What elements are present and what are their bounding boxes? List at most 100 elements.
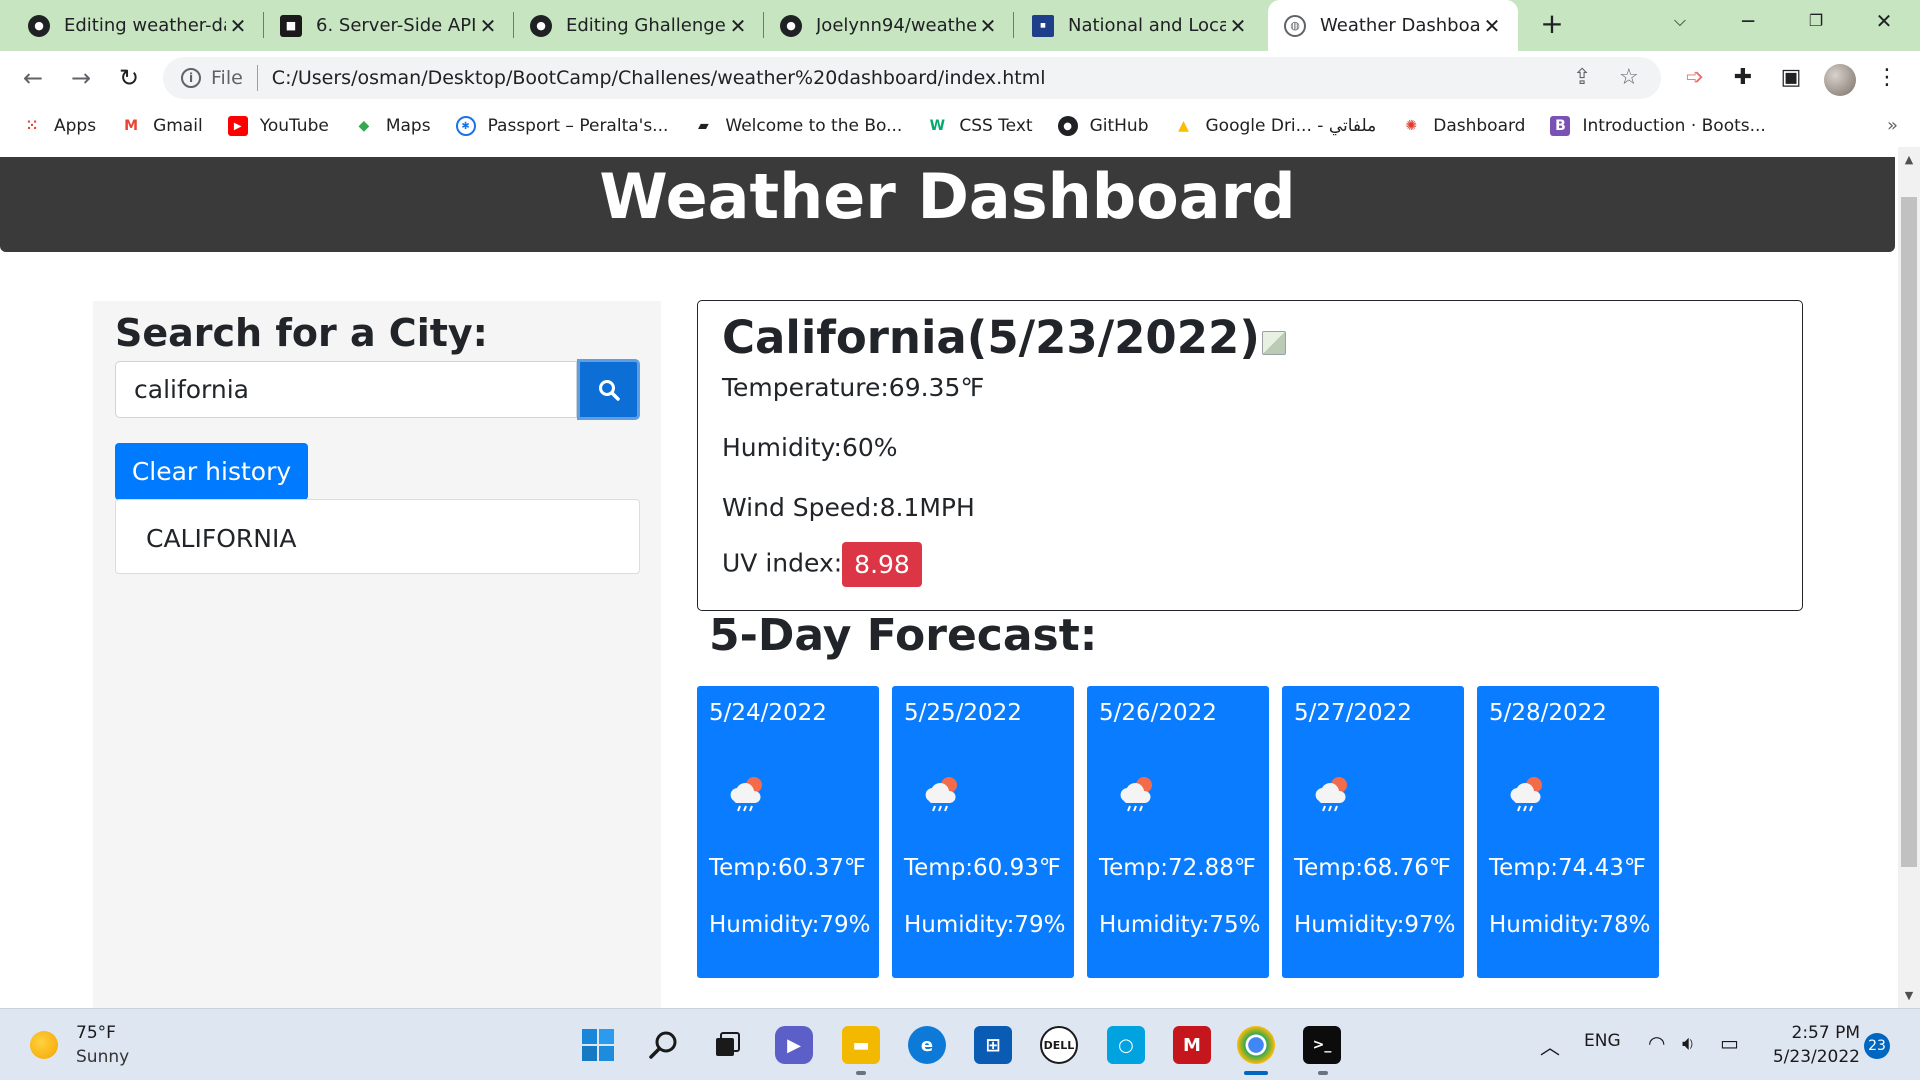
menu-dots-icon[interactable]: ⋮ xyxy=(1872,63,1902,93)
bookmark-github[interactable]: ● GitHub xyxy=(1057,116,1149,136)
close-icon[interactable]: ✕ xyxy=(476,14,500,38)
google-drive-icon: ▲ xyxy=(1178,118,1189,134)
forecast-humidity: Humidity:79% xyxy=(709,912,871,938)
start-windows-icon[interactable] xyxy=(579,1026,617,1064)
battery-icon[interactable]: ▭ xyxy=(1720,1031,1739,1055)
forecast-humidity: Humidity:97% xyxy=(1294,912,1456,938)
bookmark-css-text[interactable]: W CSS Text xyxy=(927,116,1033,136)
teams-chat-icon[interactable]: ▶ xyxy=(775,1026,813,1064)
tab-search-chevron-icon[interactable]: ⌵ xyxy=(1652,0,1708,44)
bookmark-maps[interactable]: ◆ Maps xyxy=(354,116,430,136)
mcafee-shield-icon[interactable]: M xyxy=(1173,1026,1211,1064)
passport-icon: ✱ xyxy=(455,116,476,136)
system-clock[interactable]: 2:57 PM 5/23/2022 xyxy=(1760,1021,1860,1069)
close-icon[interactable]: ✕ xyxy=(976,14,1000,38)
microsoft-store-icon[interactable]: ⊞ xyxy=(974,1026,1012,1064)
wifi-icon[interactable]: ◠ xyxy=(1648,1031,1665,1055)
tab-national-and-local[interactable]: ■ National and Local ✕ xyxy=(1014,0,1264,51)
rain-cloud-sun-icon xyxy=(1120,777,1152,812)
minimize-icon[interactable]: ─ xyxy=(1720,0,1776,44)
rain-cloud-sun-icon xyxy=(1315,777,1347,812)
file-explorer-icon[interactable]: ▬ xyxy=(842,1026,880,1064)
forward-arrow-icon[interactable]: → xyxy=(64,61,98,95)
tab-server-side-apis[interactable]: ■ 6. Server-Side APIs ✕ xyxy=(264,0,514,51)
task-view-icon[interactable] xyxy=(709,1026,747,1064)
bookmark-youtube[interactable]: ▶ YouTube xyxy=(227,116,329,136)
tab-editing-weather-dashboard[interactable]: ● Editing weather-da ✕ xyxy=(0,0,264,51)
w3schools-icon: W xyxy=(929,118,946,134)
info-icon[interactable]: i xyxy=(181,68,201,88)
forecast-card: 5/26/2022 Temp:72.88℉ Humidity:75% xyxy=(1087,686,1269,978)
clear-history-button[interactable]: Clear history xyxy=(115,443,308,500)
current-city-heading: California(5/23/2022) xyxy=(722,311,1260,364)
cortana-icon[interactable]: ○ xyxy=(1107,1026,1145,1064)
bookmark-gmail[interactable]: M Gmail xyxy=(121,116,203,136)
bookmark-google-drive[interactable]: ▲ Google Dri... - ملفاتي xyxy=(1174,116,1376,136)
scroll-up-icon[interactable]: ▲ xyxy=(1898,153,1920,166)
weather-channel-icon: ■ xyxy=(1032,14,1054,37)
tab-weather-dashboard[interactable]: ◍ Weather Dashboard ✕ xyxy=(1268,0,1518,51)
forecast-date: 5/28/2022 xyxy=(1489,700,1607,726)
bookmark-apps[interactable]: ⁙ Apps xyxy=(22,116,96,136)
forecast-temperature: Temp:60.37℉ xyxy=(709,855,866,881)
weather-widget[interactable]: 75°F Sunny xyxy=(30,1021,129,1069)
extensions-puzzle-icon[interactable]: ✚ xyxy=(1728,63,1758,93)
chrome-icon[interactable] xyxy=(1237,1026,1275,1064)
terminal-icon[interactable]: >_ xyxy=(1303,1026,1341,1064)
humidity-label: Humidity: xyxy=(722,433,842,462)
tab-editing-challenge[interactable]: ● Editing Ghallenge- ✕ xyxy=(514,0,764,51)
github-icon: ● xyxy=(28,14,50,37)
more-bookmarks-icon[interactable]: » xyxy=(1887,115,1898,136)
maps-icon: ◆ xyxy=(358,118,370,134)
close-icon[interactable]: ✕ xyxy=(1480,14,1504,38)
forecast-date: 5/24/2022 xyxy=(709,700,827,726)
restore-icon[interactable]: ❐ xyxy=(1788,0,1844,44)
extension-arrow-icon[interactable]: ➩ xyxy=(1680,63,1710,93)
city-search-input[interactable] xyxy=(115,361,577,418)
scroll-down-icon[interactable]: ▼ xyxy=(1898,989,1920,1002)
url-text[interactable]: C:/Users/osman/Desktop/BootCamp/Challene… xyxy=(272,67,1046,89)
search-icon[interactable] xyxy=(645,1026,683,1064)
clock-date: 5/23/2022 xyxy=(1772,1047,1860,1067)
bookmark-welcome[interactable]: ▰ Welcome to the Bo... xyxy=(693,116,902,136)
dell-icon[interactable]: DELL xyxy=(1040,1026,1078,1064)
close-icon[interactable]: ✕ xyxy=(1226,14,1250,38)
scrollbar-thumb[interactable] xyxy=(1901,197,1917,867)
forecast-humidity: Humidity:75% xyxy=(1099,912,1261,938)
book-icon: ▰ xyxy=(698,118,709,134)
bookmark-passport[interactable]: ✱ Passport – Peralta's... xyxy=(455,116,668,136)
profile-avatar[interactable] xyxy=(1824,64,1856,96)
forecast-heading: 5-Day Forecast: xyxy=(709,610,1098,661)
side-panel-icon[interactable]: ▣ xyxy=(1776,63,1806,93)
address-bar[interactable]: i File C:/Users/osman/Desktop/BootCamp/C… xyxy=(163,57,1661,99)
tray-chevron-up-icon[interactable]: ︿ xyxy=(1540,1031,1560,1060)
close-icon[interactable]: ✕ xyxy=(726,14,750,38)
close-icon[interactable]: ✕ xyxy=(226,14,250,38)
github-icon: ● xyxy=(780,14,802,37)
bookmark-dashboard[interactable]: ✺ Dashboard xyxy=(1401,116,1525,136)
bookmark-label: Apps xyxy=(54,116,97,136)
search-button[interactable] xyxy=(577,359,640,420)
widget-condition: Sunny xyxy=(76,1047,130,1067)
volume-icon[interactable]: 🔉︎ xyxy=(1682,1031,1695,1055)
bootstrap-icon: B xyxy=(1550,116,1571,136)
history-item[interactable]: CALIFORNIA xyxy=(116,500,639,553)
tab-joelynn94-weather[interactable]: ● Joelynn94/weather ✕ xyxy=(764,0,1014,51)
current-weather-card: California(5/23/2022) Temperature:69.35℉… xyxy=(697,300,1803,611)
page-scrollbar[interactable]: ▲ ▼ xyxy=(1898,147,1920,1008)
back-arrow-icon[interactable]: ← xyxy=(16,61,50,95)
edge-browser-icon[interactable]: e xyxy=(908,1026,946,1064)
reload-icon[interactable]: ↻ xyxy=(112,61,146,95)
bookmark-bootstrap[interactable]: B Introduction · Boots... xyxy=(1550,116,1766,136)
window-close-icon[interactable]: ✕ xyxy=(1856,0,1912,44)
language-indicator[interactable]: ENG xyxy=(1584,1031,1621,1051)
temperature-label: Temperature: xyxy=(722,373,889,402)
bookmark-star-icon[interactable]: ☆ xyxy=(1619,65,1639,90)
page-title: Weather Dashboard xyxy=(599,160,1296,233)
new-tab-button[interactable]: + xyxy=(1535,8,1569,42)
forecast-temperature: Temp:72.88℉ xyxy=(1099,855,1256,881)
bookmark-label: Welcome to the Bo... xyxy=(725,116,903,136)
share-icon[interactable]: ⇪ xyxy=(1573,65,1591,90)
forecast-date: 5/26/2022 xyxy=(1099,700,1217,726)
notification-count-badge[interactable]: 23 xyxy=(1864,1033,1890,1059)
